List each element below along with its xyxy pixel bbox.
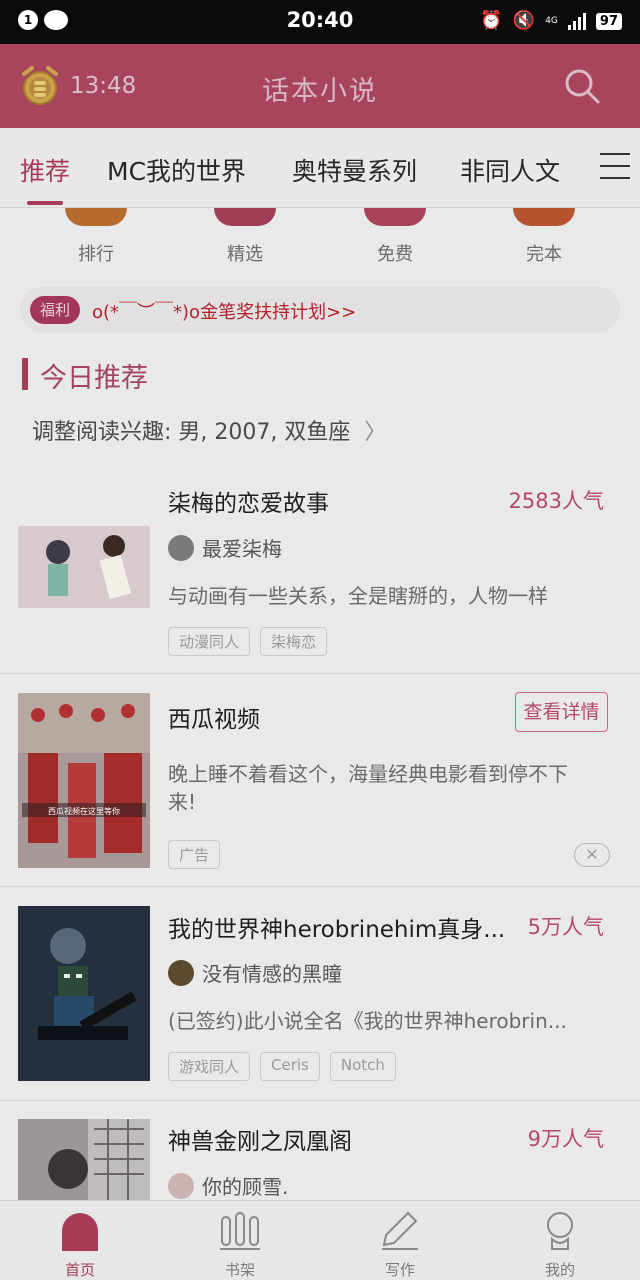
tag[interactable]: 动漫同人 — [168, 627, 251, 656]
category-label: 完本 — [526, 244, 562, 265]
alarm-icon: ⏰ — [480, 10, 503, 31]
cover-caption: 西瓜视频在这里等你 — [48, 806, 120, 816]
popularity-count: 2583人气 — [508, 489, 604, 513]
mute-icon: 🔇 — [512, 10, 536, 31]
chevron-right-icon: 〉 — [357, 420, 387, 445]
tag-list: 广告 — [168, 840, 221, 869]
preference-text: 调整阅读兴趣: 男, 2007, 双鱼座 — [32, 420, 351, 445]
ad-tag: 广告 — [168, 840, 221, 869]
book-title: 柒梅的恋爱故事 — [168, 491, 329, 517]
book-cover-image — [18, 1119, 150, 1200]
profile-icon — [547, 1212, 573, 1250]
nav-write[interactable]: 写作 — [360, 1209, 440, 1280]
tab-original[interactable]: 非同人文 — [460, 152, 560, 188]
book-title: 神兽金刚之凤凰阁 — [168, 1129, 352, 1155]
book-description: 与动画有一些关系，全是瞎掰的，人物一样 — [168, 584, 548, 608]
close-icon[interactable]: ✕ — [574, 843, 610, 867]
signal-icon — [567, 12, 586, 30]
battery-level: 97 — [595, 12, 622, 30]
divider — [0, 1100, 640, 1101]
completed-icon — [513, 208, 575, 226]
featured-icon — [214, 208, 276, 226]
reading-preference-link[interactable]: 调整阅读兴趣: 男, 2007, 双鱼座 〉 — [32, 414, 386, 446]
author-name: 没有情感的黑瞳 — [202, 962, 342, 986]
nav-home[interactable]: 首页 — [40, 1209, 120, 1280]
category-label: 排行 — [78, 244, 114, 265]
tab-ultraman[interactable]: 奥特曼系列 — [292, 152, 417, 188]
welfare-banner[interactable]: 福利 o(*￣︶￣*)o金笔奖扶持计划>> — [20, 287, 620, 333]
ad-description-line: 晚上睡不着看这个，海量经典电影看到停不下 — [168, 762, 568, 786]
free-icon — [364, 208, 426, 226]
tag-list: 动漫同人 柒梅恋 — [168, 627, 328, 656]
active-tab-indicator — [27, 201, 63, 205]
author-name: 你的顾雪. — [202, 1175, 289, 1199]
welfare-tag: 福利 — [30, 296, 81, 324]
nav-label: 我的 — [544, 1261, 575, 1279]
nav-label: 写作 — [384, 1261, 415, 1279]
popularity-count: 5万人气 — [527, 915, 604, 939]
category-completed[interactable]: 完本 — [504, 208, 584, 266]
avatar — [168, 1172, 194, 1199]
author[interactable]: 你的顾雪. — [168, 1171, 288, 1200]
nav-profile[interactable]: 我的 — [520, 1209, 600, 1280]
nav-bookshelf[interactable]: 书架 — [200, 1209, 280, 1280]
divider — [0, 886, 640, 887]
status-bar: 1 20:40 ⏰ 🔇 4G 97 — [0, 0, 640, 44]
section-accent-bar — [22, 358, 28, 390]
banner-text: o(*￣︶￣*)o金笔奖扶持计划>> — [92, 302, 357, 323]
ad-description-line: 来! — [168, 790, 197, 814]
tag[interactable]: 游戏同人 — [168, 1052, 251, 1081]
search-icon[interactable] — [562, 66, 602, 106]
app-header: 13:48 话本小说 — [0, 44, 640, 128]
ad-title: 西瓜视频 — [168, 707, 260, 733]
network-type: 4G — [545, 16, 558, 26]
home-icon — [62, 1213, 98, 1251]
tag-list: 游戏同人 Ceris Notch — [168, 1052, 396, 1081]
tag[interactable]: 柒梅恋 — [260, 627, 328, 656]
menu-icon[interactable] — [600, 153, 630, 181]
bookshelf-icon — [220, 1212, 260, 1250]
author[interactable]: 没有情感的黑瞳 — [168, 958, 342, 987]
author[interactable]: 最爱柒梅 — [168, 533, 282, 562]
tag[interactable]: Notch — [329, 1052, 396, 1081]
category-label: 精选 — [227, 244, 263, 265]
view-details-button[interactable]: 查看详情 — [515, 692, 608, 732]
tag[interactable]: Ceris — [260, 1052, 320, 1081]
book-description: (已签约)此小说全名《我的世界神herobrin... — [168, 1009, 567, 1033]
tab-minecraft[interactable]: MC我的世界 — [107, 152, 246, 188]
book-cover-image — [18, 526, 150, 608]
ranking-icon — [65, 208, 127, 226]
app-title: 话本小说 — [262, 76, 378, 107]
category-featured[interactable]: 精选 — [205, 208, 285, 266]
category-free[interactable]: 免费 — [355, 208, 435, 266]
category-ranking[interactable]: 排行 — [56, 208, 136, 266]
nav-label: 书架 — [224, 1261, 255, 1279]
ad-cover-image: 西瓜视频在这里等你 — [18, 693, 150, 868]
author-name: 最爱柒梅 — [202, 537, 282, 561]
bottom-navigation: 首页 书架 写作 我的 — [0, 1200, 640, 1280]
nav-label: 首页 — [64, 1261, 95, 1279]
book-cover-image — [18, 906, 150, 1081]
book-title: 我的世界神herobrinehim真身... — [168, 917, 506, 943]
category-tabs: 推荐 MC我的世界 奥特曼系列 非同人文 — [0, 128, 640, 208]
tab-recommend[interactable]: 推荐 — [20, 152, 70, 188]
avatar — [168, 959, 194, 986]
divider — [0, 673, 640, 674]
category-label: 免费 — [377, 244, 413, 265]
popularity-count: 9万人气 — [527, 1127, 604, 1151]
section-title: 今日推荐 — [40, 363, 148, 394]
pen-icon — [382, 1211, 418, 1250]
avatar — [168, 534, 194, 561]
ad-description: 晚上睡不着看这个，海量经典电影看到停不下 来! — [168, 760, 620, 816]
